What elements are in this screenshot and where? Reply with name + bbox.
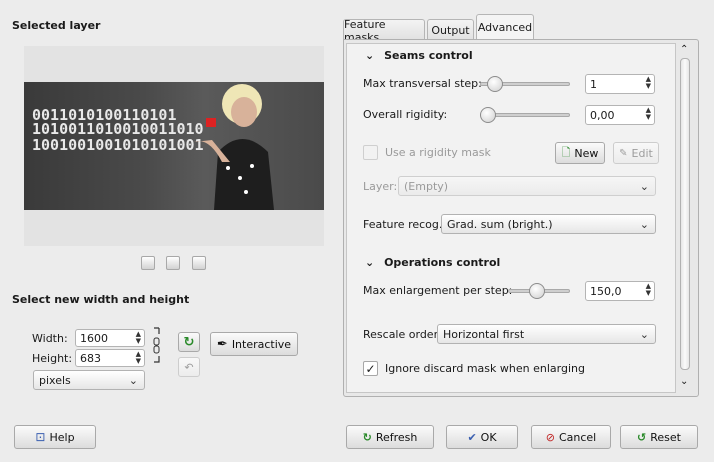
unit-value: pixels (39, 373, 71, 387)
reset-button[interactable]: ↺ Reset (620, 425, 698, 449)
refresh-label: Refresh (375, 430, 418, 444)
chain-link-icon[interactable] (151, 326, 163, 368)
tab-label: Advanced (477, 21, 533, 34)
height-label: Height: (32, 352, 73, 365)
rigidity-mask-checkbox[interactable] (363, 145, 378, 160)
overall-rigidity-value: 0,00 (590, 108, 615, 122)
new-mask-button[interactable]: 🗋 New (555, 142, 605, 164)
max-enlargement-label: Max enlargement per step: (363, 284, 513, 297)
refresh-size-button[interactable]: ↻ (178, 332, 200, 352)
selected-layer-title: Selected layer (12, 19, 101, 32)
layer-label: Layer: (363, 180, 398, 193)
chevron-down-icon: ⌄ (639, 218, 649, 231)
reset-label: Reset (650, 430, 681, 444)
cancel-label: Cancel (558, 430, 597, 444)
ok-label: OK (480, 430, 497, 444)
operations-control-expander[interactable]: ⌄ Operations control (365, 256, 500, 269)
tab-advanced[interactable]: Advanced (476, 14, 534, 40)
edit-label: Edit (631, 146, 653, 160)
tab-output[interactable]: Output (427, 19, 474, 41)
check-icon: ✔ (467, 430, 477, 444)
width-label: Width: (32, 332, 68, 345)
scrollbar-thumb[interactable] (680, 58, 690, 370)
undo-size-button[interactable]: ↶ (178, 357, 200, 377)
cancel-icon: ⊘ (545, 430, 555, 444)
max-transversal-label: Max transversal step: (363, 77, 482, 90)
overall-rigidity-spinbox[interactable]: 0,00 ▲ ▼ (585, 105, 655, 125)
operations-control-title: Operations control (384, 256, 501, 269)
width-spinbox[interactable]: 1600 ▲ ▼ (75, 329, 145, 347)
ok-button[interactable]: ✔ OK (446, 425, 518, 449)
refresh-icon: ↻ (183, 334, 195, 350)
height-value: 683 (80, 351, 101, 365)
spin-arrows-icon[interactable]: ▲ ▼ (646, 283, 651, 297)
binary-text-row-3: 1001001001010101001 (32, 136, 204, 154)
max-enlargement-slider-handle[interactable] (528, 283, 545, 299)
chevron-down-icon: ⌄ (639, 180, 649, 193)
feature-recog-select[interactable]: Grad. sum (bright.) ⌄ (441, 214, 656, 234)
layer-link-icon[interactable] (166, 256, 180, 270)
layer-select[interactable]: (Empty) ⌄ (398, 176, 656, 196)
prev-layer-icon[interactable] (141, 256, 155, 270)
new-label: New (574, 146, 599, 160)
help-label: Help (49, 430, 75, 444)
refresh-button[interactable]: ↻ Refresh (346, 425, 434, 449)
rescale-order-value: Horizontal first (443, 327, 525, 341)
scroll-up-icon[interactable]: ⌃ (680, 44, 688, 55)
binary-text-row-2: 1010011010010011010 (32, 120, 204, 138)
spin-arrows-icon[interactable]: ▲ ▼ (646, 107, 651, 121)
feature-recog-value: Grad. sum (bright.) (447, 217, 553, 231)
unit-select[interactable]: pixels ⌄ (33, 370, 145, 390)
chevron-down-icon: ⌄ (365, 49, 375, 62)
rescale-order-label: Rescale order: (363, 328, 442, 341)
edit-mask-button[interactable]: ✎ Edit (613, 142, 659, 164)
help-button[interactable]: ⊡ Help (14, 425, 96, 449)
spin-arrows-icon[interactable]: ▲ ▼ (646, 76, 651, 90)
max-transversal-spinbox[interactable]: 1 ▲ ▼ (585, 74, 655, 94)
ignore-discard-checkbox[interactable]: ✓ (363, 361, 378, 376)
pencil-icon: ✎ (619, 147, 628, 159)
scroll-down-icon[interactable]: ⌄ (680, 376, 688, 387)
tab-feature-masks[interactable]: Feature masks (343, 18, 425, 44)
next-layer-icon[interactable] (192, 256, 206, 270)
new-document-icon: 🗋 (561, 145, 571, 159)
seams-control-expander[interactable]: ⌄ Seams control (365, 49, 473, 62)
height-spinbox[interactable]: 683 ▲ ▼ (75, 349, 145, 367)
chevron-down-icon: ⌄ (365, 256, 375, 269)
rigidity-mask-label: Use a rigidity mask (385, 146, 491, 159)
cancel-button[interactable]: ⊘ Cancel (531, 425, 611, 449)
height-spin-arrows-icon[interactable]: ▲ ▼ (136, 351, 141, 365)
seams-control-title: Seams control (384, 49, 473, 62)
feature-recog-label: Feature recog.: (363, 218, 447, 231)
chevron-down-icon: ⌄ (128, 374, 138, 387)
brush-icon: ✒ (216, 336, 228, 352)
ignore-discard-label: Ignore discard mask when enlarging (385, 362, 585, 375)
max-enlargement-value: 150,0 (590, 284, 622, 298)
refresh-icon: ↻ (362, 430, 372, 444)
overall-rigidity-label: Overall rigidity: (363, 108, 448, 121)
max-enlargement-spinbox[interactable]: 150,0 ▲ ▼ (585, 281, 655, 301)
interactive-button[interactable]: ✒ Interactive (210, 332, 298, 356)
width-spin-arrows-icon[interactable]: ▲ ▼ (136, 331, 141, 345)
undo-icon: ↶ (184, 360, 194, 374)
chevron-down-icon: ⌄ (639, 328, 649, 341)
tab-label: Output (431, 24, 470, 37)
layer-preview-image: 0011010100110101 1010011010010011010 100… (24, 82, 324, 210)
woman-figure (194, 84, 274, 210)
checkmark-icon: ✓ (365, 361, 376, 376)
help-icon: ⊡ (35, 430, 46, 444)
overall-rigidity-slider-handle[interactable] (480, 107, 496, 123)
layer-value: (Empty) (404, 179, 449, 193)
max-transversal-value: 1 (590, 77, 597, 91)
rescale-order-select[interactable]: Horizontal first ⌄ (437, 324, 656, 344)
interactive-label: Interactive (231, 337, 292, 351)
width-value: 1600 (80, 331, 108, 345)
reset-icon: ↺ (637, 430, 647, 444)
size-title: Select new width and height (12, 293, 190, 306)
